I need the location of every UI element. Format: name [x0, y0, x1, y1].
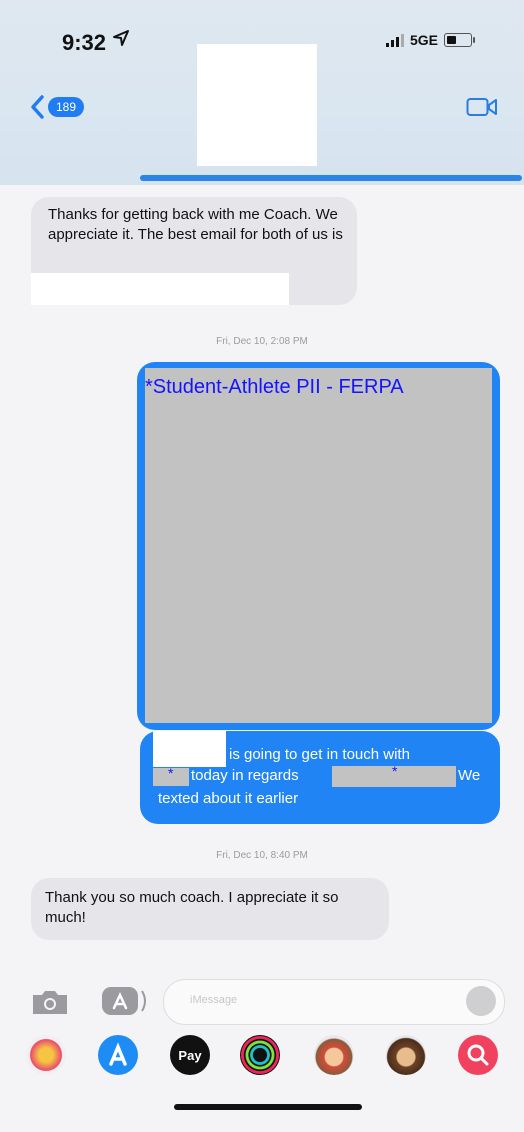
message-text: Thanks for getting back with me Coach. W… [48, 206, 343, 243]
redaction-star: * [392, 763, 398, 779]
audio-message-icon[interactable] [466, 986, 496, 1016]
input-placeholder: iMessage [190, 994, 238, 1006]
message-timestamp: Fri, Dec 10, 8:40 PM [216, 850, 308, 861]
app-store-glyph-icon [109, 1042, 127, 1066]
message-timestamp: Fri, Dec 10, 2:08 PM [216, 336, 308, 347]
unread-count-badge: 189 [48, 97, 85, 117]
message-text-2: today in regards [191, 767, 299, 784]
camera-icon[interactable] [30, 987, 70, 1017]
magnifier-icon [467, 1044, 489, 1066]
home-indicator[interactable] [174, 1104, 362, 1110]
message-input[interactable]: iMessage [163, 979, 505, 1025]
name-redacted [153, 731, 226, 767]
battery-icon [444, 33, 476, 47]
chevron-left-icon [31, 95, 44, 119]
compose-bar: iMessage [0, 975, 524, 1030]
status-time: 9:32 [62, 30, 107, 55]
activity-icon[interactable] [240, 1035, 280, 1075]
back-button[interactable]: 189 [30, 95, 85, 119]
previous-message-tail [140, 175, 522, 181]
redaction-star: * [168, 765, 174, 781]
facetime-video-icon[interactable] [466, 96, 498, 118]
apple-pay-icon[interactable]: Pay [170, 1035, 210, 1075]
image-redacted [145, 368, 492, 723]
contact-avatar-redacted[interactable] [197, 44, 317, 166]
message-text-1: is going to get in touch with [229, 746, 410, 763]
location-arrow-icon [113, 30, 129, 46]
message-text: Thank you so much coach. I appreciate it… [45, 889, 339, 926]
incoming-message[interactable]: Thank you so much coach. I appreciate it… [31, 878, 389, 940]
photos-app-icon[interactable] [26, 1035, 66, 1075]
message-text-4: texted about it earlier [158, 790, 299, 807]
apple-pay-label: Pay [178, 1047, 202, 1063]
app-drawer-icon[interactable] [100, 985, 148, 1017]
memoji-icon-1[interactable] [314, 1035, 354, 1075]
message-text-3: We [458, 767, 481, 784]
memoji-icon-2[interactable] [386, 1035, 426, 1075]
search-images-icon[interactable] [458, 1035, 498, 1075]
email-redacted [31, 273, 289, 305]
signal-icon [386, 33, 404, 47]
conversation-header: 9:32 5GE 189 [0, 0, 524, 185]
network-type: 5GE [410, 32, 439, 48]
ferpa-redaction-label: *Student-Athlete PII - FERPA [145, 376, 404, 398]
imessage-app-strip: Pay [0, 1035, 524, 1087]
app-store-icon[interactable] [98, 1035, 138, 1075]
status-indicators: 5GE [386, 32, 476, 48]
messages-screen: 9:32 5GE 189 Thanks for getting back wit… [0, 0, 524, 1132]
